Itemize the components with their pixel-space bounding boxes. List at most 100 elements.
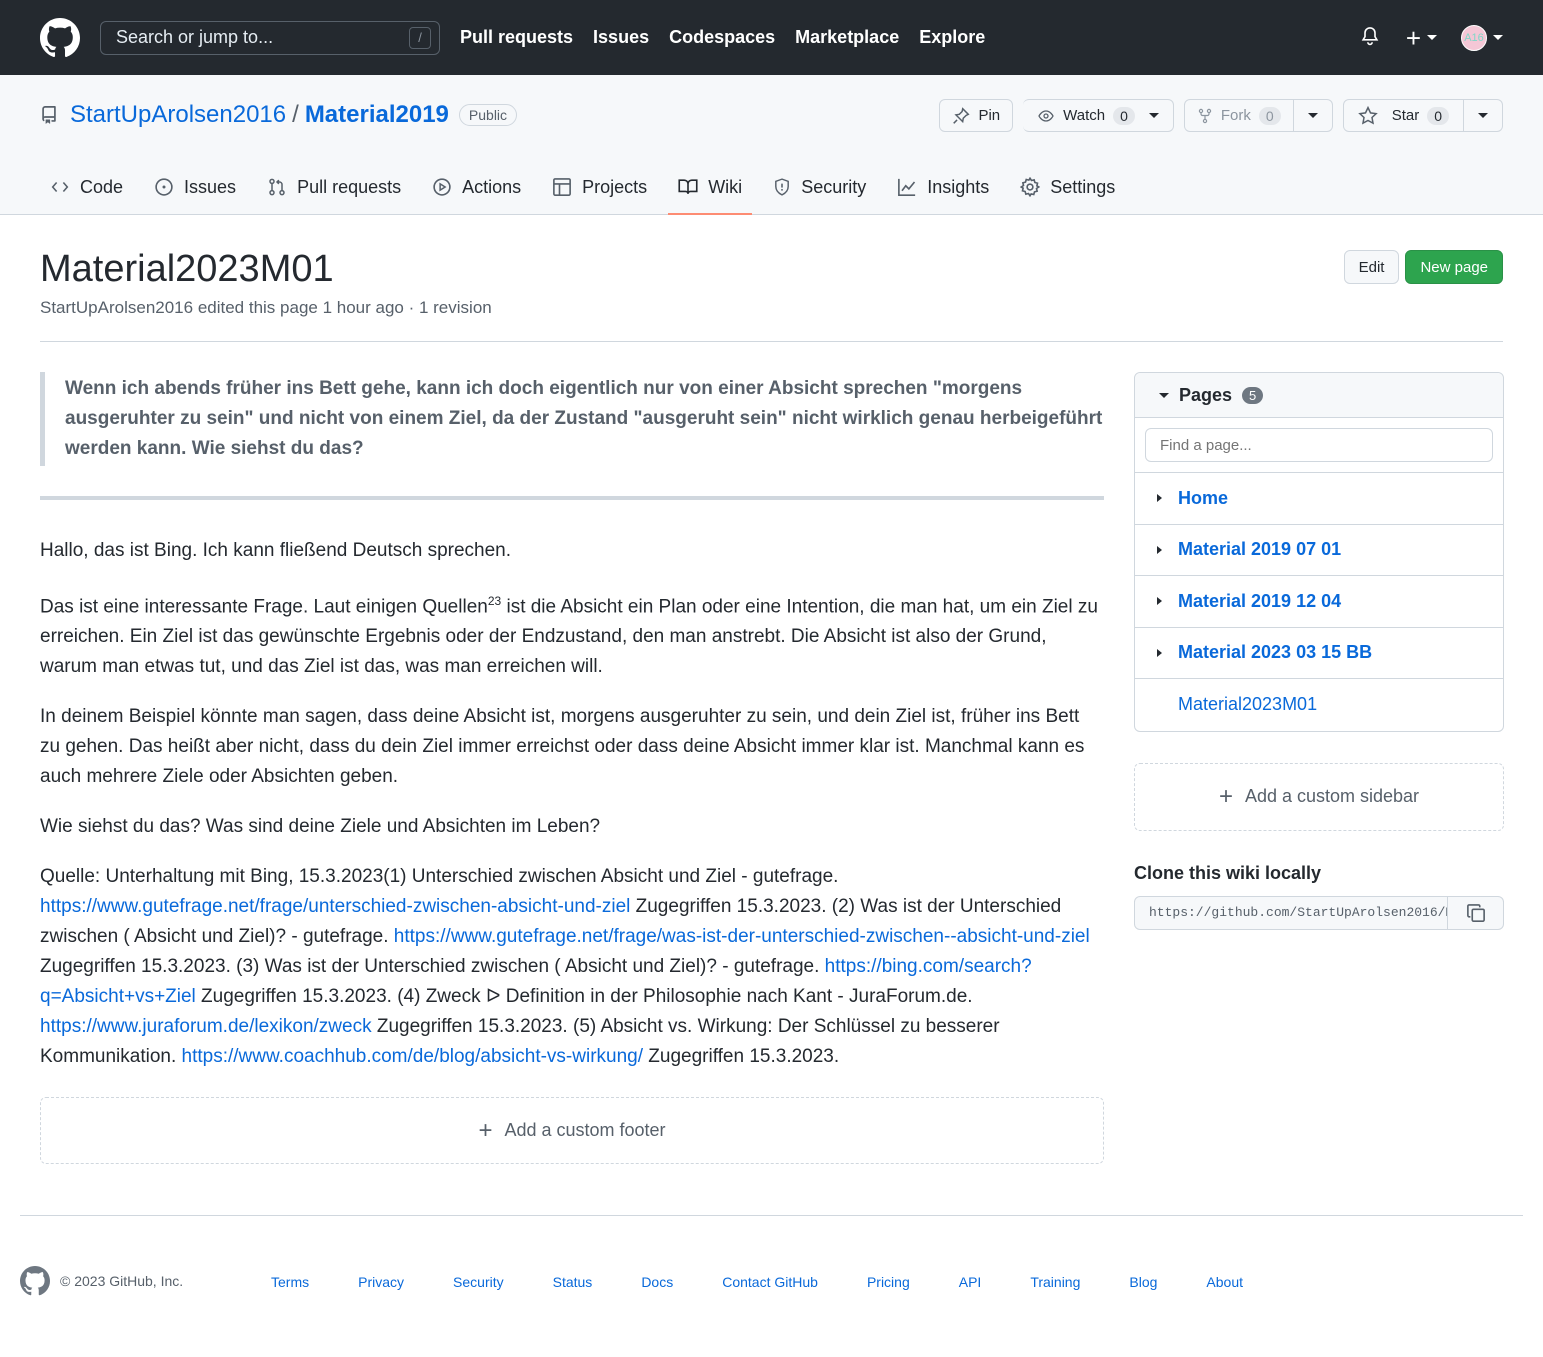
tab-projects[interactable]: Projects <box>542 160 657 214</box>
search-input[interactable]: Search or jump to... / <box>100 20 440 55</box>
chevron-down-icon <box>1159 392 1169 398</box>
user-menu[interactable]: A16 <box>1461 24 1503 51</box>
page-item[interactable]: Material 2023 03 15 BB <box>1135 628 1503 679</box>
chevron-right-icon[interactable] <box>1157 597 1162 606</box>
source-link[interactable]: https://www.gutefrage.net/frage/untersch… <box>40 896 630 917</box>
source-link[interactable]: https://www.coachhub.com/de/blog/absicht… <box>182 1046 644 1067</box>
clone-url-input[interactable]: https://github.com/StartUpArolsen2016/Ma… <box>1134 895 1448 930</box>
paragraph-sources: Quelle: Unterhaltung mit Bing, 15.3.2023… <box>40 862 1104 1072</box>
footer-link-training[interactable]: Training <box>1030 1274 1080 1290</box>
footnote-ref[interactable]: 23 <box>488 594 501 608</box>
pin-button[interactable]: Pin <box>939 99 1014 132</box>
github-logo-icon[interactable] <box>40 17 80 58</box>
repo-breadcrumb: StartUpArolsen2016 / Material2019 Public <box>40 101 518 129</box>
top-nav-codespaces[interactable]: Codespaces <box>669 27 775 48</box>
plus-icon: + <box>478 1116 493 1144</box>
chevron-right-icon[interactable] <box>1157 494 1162 503</box>
pull-request-icon <box>269 178 285 196</box>
tab-security[interactable]: Security <box>763 160 876 214</box>
tab-code[interactable]: Code <box>40 160 133 214</box>
fork-count: 0 <box>1258 106 1281 125</box>
page-link[interactable]: Material 2023 03 15 BB <box>1178 642 1372 663</box>
source-link[interactable]: https://www.juraforum.de/lexikon/zweck <box>40 1016 372 1037</box>
tab-wiki-label: Wiki <box>708 176 743 197</box>
github-mark-icon[interactable] <box>20 1266 50 1296</box>
tab-insights[interactable]: Insights <box>887 160 999 214</box>
pages-label: Pages <box>1179 384 1233 405</box>
edit-button[interactable]: Edit <box>1343 250 1400 284</box>
watch-label: Watch <box>1063 107 1106 124</box>
clone-row: https://github.com/StartUpArolsen2016/Ma… <box>1134 895 1504 930</box>
star-button-group: Star 0 <box>1342 99 1503 132</box>
page-item[interactable]: Material2023M01 <box>1135 679 1503 731</box>
find-page-input[interactable] <box>1145 428 1493 462</box>
page-link[interactable]: Home <box>1178 488 1228 509</box>
page-link[interactable]: Material 2019 12 04 <box>1178 591 1341 612</box>
footer-link-status[interactable]: Status <box>553 1274 593 1290</box>
add-custom-sidebar[interactable]: + Add a custom sidebar <box>1134 762 1504 831</box>
footer-link-privacy[interactable]: Privacy <box>358 1274 404 1290</box>
shield-icon <box>775 178 790 196</box>
chevron-right-icon[interactable] <box>1157 648 1162 657</box>
top-nav-issues[interactable]: Issues <box>593 27 649 48</box>
repo-header: StartUpArolsen2016 / Material2019 Public… <box>0 75 1543 215</box>
footer-link-blog[interactable]: Blog <box>1129 1274 1157 1290</box>
chevron-down-icon <box>1148 113 1159 118</box>
copy-button[interactable] <box>1448 895 1504 930</box>
global-header: Search or jump to... / Pull requests Iss… <box>0 0 1543 75</box>
footer-link-about[interactable]: About <box>1206 1274 1243 1290</box>
top-nav-pull-requests[interactable]: Pull requests <box>460 27 573 48</box>
tab-actions-label: Actions <box>462 176 522 197</box>
page-actions: Edit New page <box>1343 250 1503 284</box>
tab-pull-requests-label: Pull requests <box>297 176 402 197</box>
footer-link-terms[interactable]: Terms <box>271 1274 309 1290</box>
footer-link-api[interactable]: API <box>959 1274 982 1290</box>
top-nav-explore[interactable]: Explore <box>919 27 985 48</box>
chevron-right-icon[interactable] <box>1157 545 1162 554</box>
repo-tabs: Code Issues Pull requests Actions Projec… <box>40 160 1136 215</box>
gear-icon <box>1020 177 1041 197</box>
tab-issues[interactable]: Issues <box>144 160 246 214</box>
star-button[interactable]: Star 0 <box>1342 99 1464 132</box>
watch-button[interactable]: Watch 0 <box>1023 99 1174 132</box>
fork-dropdown-button[interactable] <box>1293 99 1333 132</box>
new-page-button[interactable]: New page <box>1405 250 1503 284</box>
page-title: Material2023M01 <box>40 248 334 290</box>
tab-wiki[interactable]: Wiki <box>668 160 753 215</box>
source-link[interactable]: https://www.gutefrage.net/frage/was-ist-… <box>394 926 1090 947</box>
create-new-dropdown[interactable]: + <box>1406 25 1437 51</box>
top-nav-marketplace[interactable]: Marketplace <box>795 27 899 48</box>
paragraph-text: Das ist eine interessante Frage. Laut ei… <box>40 596 488 618</box>
footer-link-docs[interactable]: Docs <box>641 1274 673 1290</box>
footer-link-security[interactable]: Security <box>453 1274 504 1290</box>
star-dropdown-button[interactable] <box>1464 99 1503 132</box>
page-link[interactable]: Material 2019 07 01 <box>1178 539 1341 560</box>
copyright: © 2023 GitHub, Inc. <box>60 1273 184 1289</box>
tab-pull-requests[interactable]: Pull requests <box>257 160 411 214</box>
pages-toggle[interactable]: Pages 5 <box>1135 373 1503 418</box>
graph-icon <box>898 178 916 196</box>
tab-settings[interactable]: Settings <box>1010 160 1125 214</box>
divider <box>40 496 1104 500</box>
source-text: Quelle: Unterhaltung mit Bing, 15.3.2023… <box>40 866 839 888</box>
search-placeholder: Search or jump to... <box>116 27 274 47</box>
add-custom-footer[interactable]: + Add a custom footer <box>40 1097 1104 1164</box>
star-label: Star <box>1391 107 1420 124</box>
bell-icon[interactable] <box>1360 25 1380 50</box>
page-item[interactable]: Material 2019 12 04 <box>1135 576 1503 628</box>
find-page-wrapper <box>1135 418 1503 473</box>
footer-link-contact[interactable]: Contact GitHub <box>722 1274 818 1290</box>
page-item[interactable]: Home <box>1135 473 1503 525</box>
tab-security-label: Security <box>801 176 867 197</box>
pages-count: 5 <box>1242 386 1264 404</box>
repo-owner-link[interactable]: StartUpArolsen2016 <box>70 101 286 129</box>
page-link[interactable]: Material2023M01 <box>1178 694 1317 715</box>
fork-icon <box>1198 108 1212 123</box>
footer-link-pricing[interactable]: Pricing <box>867 1274 910 1290</box>
repo-name-link[interactable]: Material2019 <box>305 101 449 129</box>
eye-icon <box>1038 109 1054 122</box>
tab-actions[interactable]: Actions <box>422 160 531 214</box>
page-item[interactable]: Material 2019 07 01 <box>1135 525 1503 576</box>
fork-button[interactable]: Fork 0 <box>1183 99 1294 132</box>
fork-label: Fork <box>1220 107 1251 124</box>
